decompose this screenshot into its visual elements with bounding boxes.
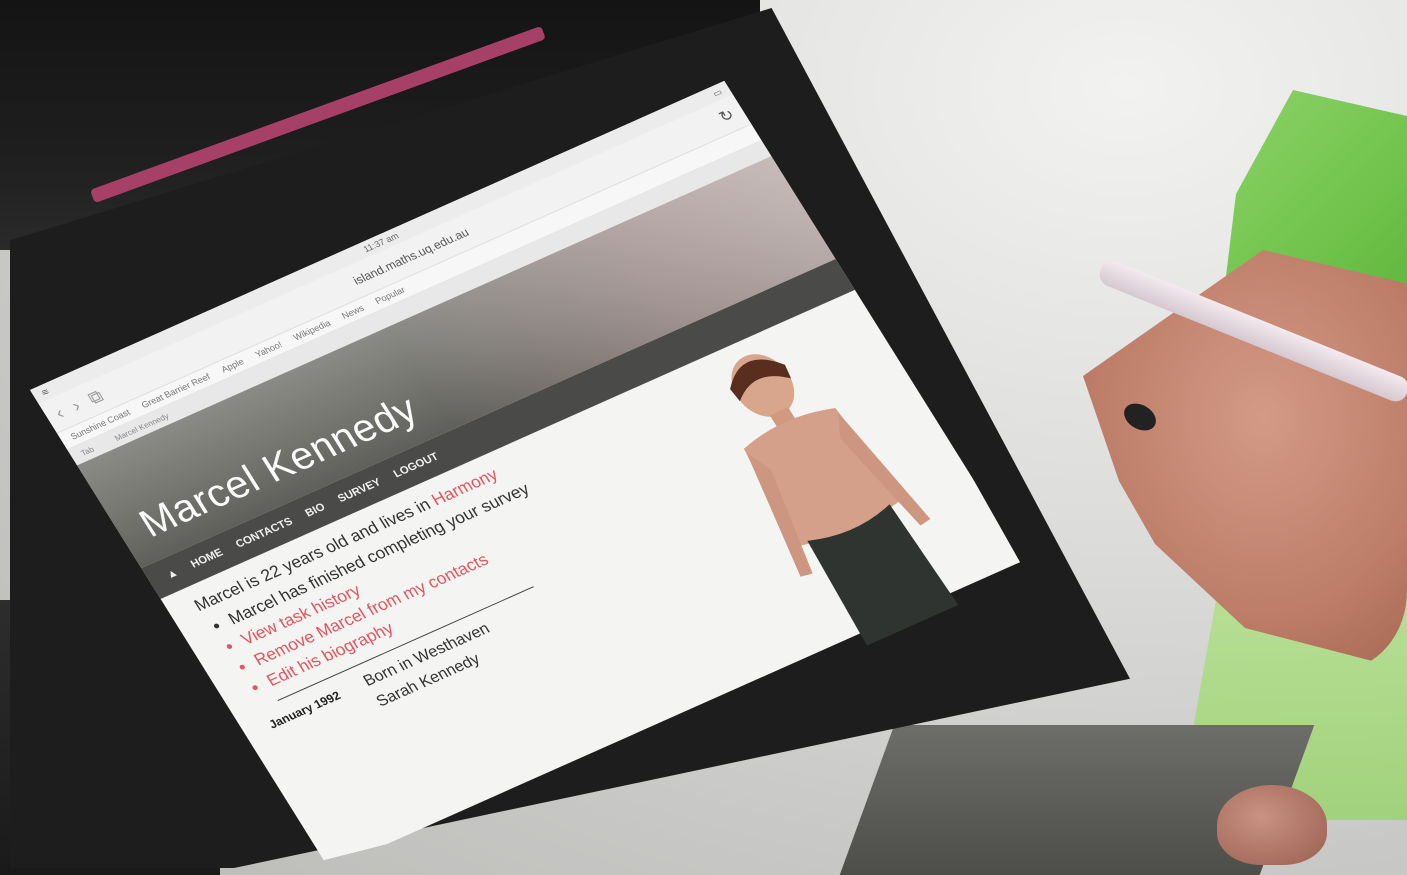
nav-home-icon[interactable]: ▲ (164, 567, 180, 582)
wifi-icon: ≋ (38, 385, 51, 398)
tablet-screen: ≋ 11:37 am ▭ ‹ › ⧉ island.maths.uq.edu.a… (20, 30, 1080, 870)
thumb (1217, 785, 1327, 865)
back-icon[interactable]: ‹ (51, 403, 68, 423)
browser-tab[interactable]: Tab (79, 444, 96, 457)
battery-icon: ▭ (710, 86, 724, 99)
nav-bio[interactable]: BIO (303, 501, 327, 519)
nav-logout[interactable]: LOGOUT (391, 451, 440, 480)
nav-home[interactable]: HOME (189, 547, 226, 571)
nav-survey[interactable]: SURVEY (336, 476, 384, 505)
forward-icon[interactable]: › (68, 395, 85, 415)
bookmarks-icon[interactable]: ⧉ (84, 385, 107, 408)
reload-icon[interactable]: ↻ (715, 105, 738, 128)
